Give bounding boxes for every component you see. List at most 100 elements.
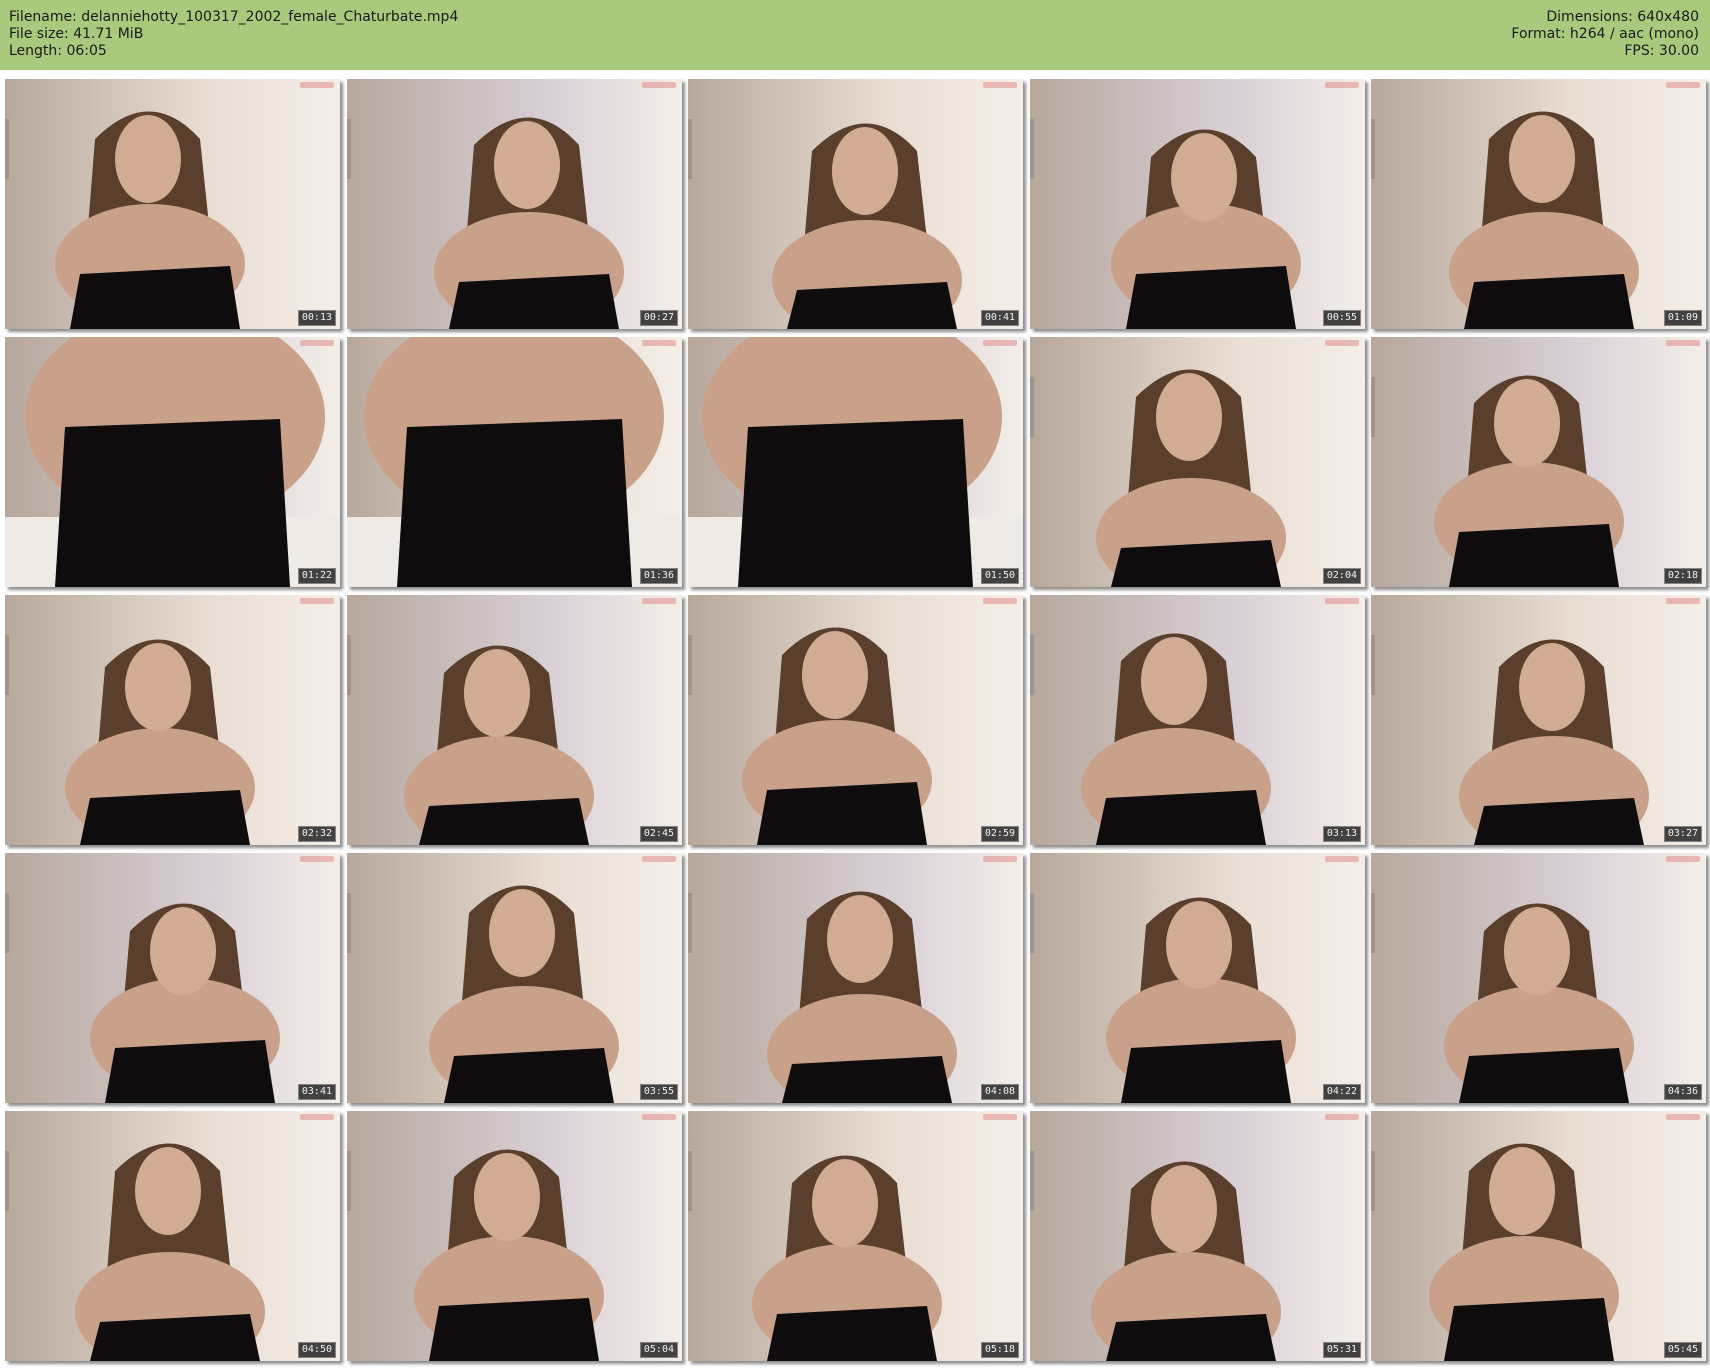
watermark-logo	[1325, 598, 1359, 604]
video-thumbnail[interactable]: 01:36	[347, 337, 682, 587]
watermark-logo	[1325, 82, 1359, 88]
thumbnail-timestamp: 04:36	[1663, 1084, 1702, 1100]
thumbnail-timestamp: 01:50	[980, 568, 1019, 584]
thumbnail-frame-image	[688, 595, 1023, 845]
thumbnail-frame-image	[5, 337, 340, 587]
thumbnail-timestamp: 00:55	[1322, 310, 1361, 326]
thumbnail-timestamp: 00:13	[297, 310, 336, 326]
video-thumbnail[interactable]: 05:04	[347, 1111, 682, 1361]
video-thumbnail[interactable]: 05:18	[688, 1111, 1023, 1361]
thumbnail-timestamp: 01:36	[639, 568, 678, 584]
dimensions-text: Dimensions: 640x480	[1546, 9, 1699, 25]
thumbnail-timestamp: 05:04	[639, 1342, 678, 1358]
watermark-logo	[642, 598, 676, 604]
video-thumbnail[interactable]: 03:27	[1371, 595, 1706, 845]
thumbnail-frame-image	[1030, 1111, 1365, 1361]
video-thumbnail[interactable]: 05:31	[1030, 1111, 1365, 1361]
length-text: Length: 06:05	[9, 43, 107, 59]
video-thumbnail[interactable]: 01:50	[688, 337, 1023, 587]
watermark-logo	[300, 340, 334, 346]
thumbnail-frame-image	[347, 337, 682, 587]
video-thumbnail[interactable]: 02:18	[1371, 337, 1706, 587]
thumbnail-timestamp: 03:27	[1663, 826, 1702, 842]
watermark-logo	[642, 856, 676, 862]
watermark-logo	[983, 856, 1017, 862]
watermark-logo	[300, 598, 334, 604]
thumbnail-frame-image	[5, 1111, 340, 1361]
watermark-logo	[1325, 856, 1359, 862]
thumbnail-frame-image	[347, 853, 682, 1103]
watermark-logo	[300, 856, 334, 862]
thumbnail-frame-image	[5, 595, 340, 845]
video-thumbnail[interactable]: 03:41	[5, 853, 340, 1103]
thumbnail-timestamp: 02:45	[639, 826, 678, 842]
thumbnail-timestamp: 02:32	[297, 826, 336, 842]
video-thumbnail[interactable]: 04:08	[688, 853, 1023, 1103]
thumbnail-timestamp: 04:22	[1322, 1084, 1361, 1100]
thumbnail-frame-image	[688, 1111, 1023, 1361]
watermark-logo	[300, 82, 334, 88]
thumbnail-grid: 00:13 00:27 00:41 00:55 01:09 01:22 01:36 01:50…	[5, 79, 1706, 1364]
watermark-logo	[983, 1114, 1017, 1120]
video-thumbnail[interactable]: 04:50	[5, 1111, 340, 1361]
watermark-logo	[983, 82, 1017, 88]
thumbnail-timestamp: 05:31	[1322, 1342, 1361, 1358]
video-thumbnail[interactable]: 04:36	[1371, 853, 1706, 1103]
filesize-text: File size: 41.71 MiB	[9, 26, 144, 42]
thumbnail-timestamp: 01:09	[1663, 310, 1702, 326]
thumbnail-frame-image	[1371, 337, 1706, 587]
video-thumbnail[interactable]: 01:22	[5, 337, 340, 587]
thumbnail-frame-image	[1030, 337, 1365, 587]
thumbnail-frame-image	[347, 1111, 682, 1361]
thumbnail-frame-image	[1030, 853, 1365, 1103]
thumbnail-timestamp: 05:18	[980, 1342, 1019, 1358]
thumbnail-timestamp: 03:13	[1322, 826, 1361, 842]
watermark-logo	[642, 1114, 676, 1120]
video-thumbnail[interactable]: 03:13	[1030, 595, 1365, 845]
thumbnail-timestamp: 02:04	[1322, 568, 1361, 584]
thumbnail-frame-image	[688, 79, 1023, 329]
thumbnail-frame-image	[688, 853, 1023, 1103]
thumbnail-frame-image	[1030, 79, 1365, 329]
thumbnail-frame-image	[688, 337, 1023, 587]
video-thumbnail[interactable]: 05:45	[1371, 1111, 1706, 1361]
thumbnail-frame-image	[5, 853, 340, 1103]
video-thumbnail[interactable]: 00:41	[688, 79, 1023, 329]
thumbnail-timestamp: 00:41	[980, 310, 1019, 326]
filename-text: Filename: delanniehotty_100317_2002_fema…	[9, 9, 459, 25]
watermark-logo	[1666, 1114, 1700, 1120]
video-thumbnail[interactable]: 00:13	[5, 79, 340, 329]
thumbnail-frame-image	[5, 79, 340, 329]
thumbnail-timestamp: 04:50	[297, 1342, 336, 1358]
video-thumbnail[interactable]: 01:09	[1371, 79, 1706, 329]
video-thumbnail[interactable]: 00:55	[1030, 79, 1365, 329]
video-thumbnail[interactable]: 02:32	[5, 595, 340, 845]
video-thumbnail[interactable]: 03:55	[347, 853, 682, 1103]
watermark-logo	[642, 340, 676, 346]
video-thumbnail[interactable]: 00:27	[347, 79, 682, 329]
thumbnail-timestamp: 05:45	[1663, 1342, 1702, 1358]
fps-text: FPS: 30.00	[1624, 43, 1699, 59]
thumbnail-timestamp: 02:59	[980, 826, 1019, 842]
thumbnail-frame-image	[1371, 79, 1706, 329]
video-thumbnail[interactable]: 04:22	[1030, 853, 1365, 1103]
thumbnail-timestamp: 00:27	[639, 310, 678, 326]
video-thumbnail[interactable]: 02:04	[1030, 337, 1365, 587]
thumbnail-frame-image	[347, 595, 682, 845]
thumbnail-timestamp: 03:41	[297, 1084, 336, 1100]
format-text: Format: h264 / aac (mono)	[1511, 26, 1699, 42]
video-thumbnail[interactable]: 02:45	[347, 595, 682, 845]
watermark-logo	[1325, 340, 1359, 346]
watermark-logo	[300, 1114, 334, 1120]
file-info-left: Filename: delanniehotty_100317_2002_fema…	[9, 9, 458, 60]
thumbnail-timestamp: 02:18	[1663, 568, 1702, 584]
thumbnail-frame-image	[1371, 595, 1706, 845]
watermark-logo	[983, 340, 1017, 346]
thumbnail-frame-image	[1030, 595, 1365, 845]
watermark-logo	[1666, 598, 1700, 604]
watermark-logo	[642, 82, 676, 88]
info-header: Filename: delanniehotty_100317_2002_fema…	[0, 0, 1710, 70]
thumbnail-frame-image	[1371, 1111, 1706, 1361]
video-thumbnail[interactable]: 02:59	[688, 595, 1023, 845]
watermark-logo	[1666, 340, 1700, 346]
